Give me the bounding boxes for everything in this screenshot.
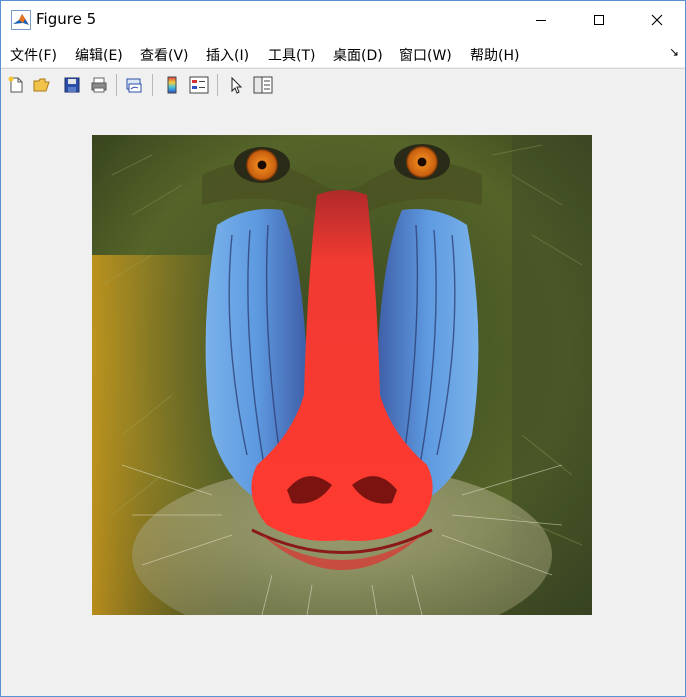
window-title: Figure 5 — [36, 10, 97, 28]
toolbar-separator — [217, 74, 218, 96]
title-bar[interactable]: Figure 5 — [1, 1, 685, 39]
colorbar-icon — [163, 76, 181, 94]
open-file-button[interactable] — [31, 74, 53, 96]
matlab-logo-icon — [11, 10, 31, 30]
link-plot-button[interactable] — [123, 74, 145, 96]
menu-edit[interactable]: 编辑(E) — [75, 45, 123, 65]
close-button[interactable] — [628, 1, 686, 39]
menu-desktop[interactable]: 桌面(D) — [333, 45, 383, 65]
menu-file[interactable]: 文件(F) — [10, 45, 57, 65]
print-button[interactable] — [88, 74, 110, 96]
link-plot-icon — [125, 76, 143, 94]
edit-plot-button[interactable] — [225, 74, 247, 96]
figure-toolbar — [1, 68, 685, 102]
property-editor-button[interactable] — [252, 74, 274, 96]
edit-plot-cursor-icon — [227, 76, 245, 94]
insert-legend-button[interactable] — [188, 74, 210, 96]
figure-canvas[interactable] — [1, 101, 685, 696]
mandrill-image — [92, 135, 592, 615]
minimize-icon — [535, 14, 547, 26]
insert-colorbar-button[interactable] — [161, 74, 183, 96]
open-file-icon — [33, 76, 51, 94]
legend-icon — [189, 76, 209, 94]
menu-dock-arrow-icon[interactable]: ↘ — [669, 45, 679, 59]
figure-window: Figure 5 文件(F) 编辑(E) 查看(V) 插入(I) 工具(T) 桌… — [0, 0, 686, 697]
print-icon — [90, 76, 108, 94]
maximize-button[interactable] — [570, 1, 628, 39]
menu-view[interactable]: 查看(V) — [140, 45, 189, 65]
save-button[interactable] — [61, 74, 83, 96]
menu-insert[interactable]: 插入(I) — [206, 45, 249, 65]
property-editor-icon — [253, 76, 273, 94]
menu-bar: 文件(F) 编辑(E) 查看(V) 插入(I) 工具(T) 桌面(D) 窗口(W… — [1, 39, 685, 67]
save-icon — [63, 76, 81, 94]
menu-tools[interactable]: 工具(T) — [268, 45, 315, 65]
toolbar-separator — [152, 74, 153, 96]
new-figure-icon — [7, 76, 25, 94]
new-figure-button[interactable] — [5, 74, 27, 96]
toolbar-separator — [116, 74, 117, 96]
minimize-button[interactable] — [512, 1, 570, 39]
close-icon — [651, 14, 663, 26]
menu-help[interactable]: 帮助(H) — [470, 45, 519, 65]
maximize-icon — [593, 14, 605, 26]
menu-window[interactable]: 窗口(W) — [399, 45, 452, 65]
